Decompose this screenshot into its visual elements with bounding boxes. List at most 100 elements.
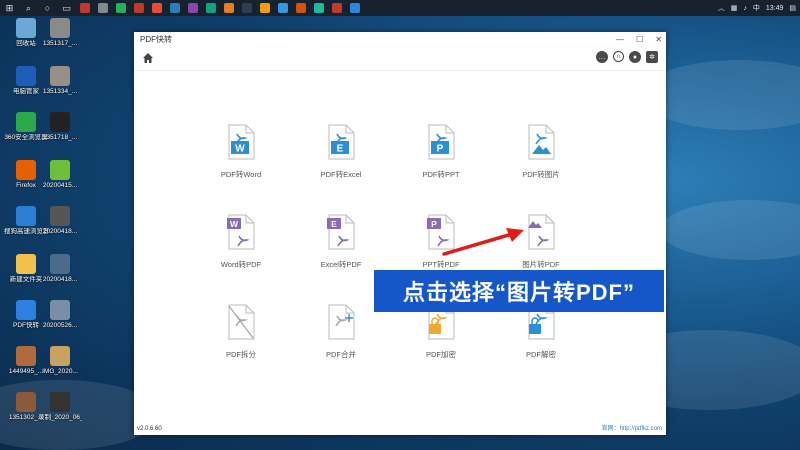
- chat-icon[interactable]: …: [596, 51, 608, 63]
- tile-label: PDF转Excel: [320, 170, 362, 179]
- tile-pdf-merge[interactable]: PDF合并: [296, 304, 386, 360]
- tile-excel-to-pdf[interactable]: E Excel转PDF: [296, 214, 386, 270]
- desktop-icon-image: [16, 346, 36, 366]
- desktop-icon-image: [50, 300, 70, 320]
- tile-pdf-to-ppt[interactable]: P PDF转PPT: [396, 124, 486, 180]
- tile-label: 图片转PDF: [522, 260, 560, 269]
- desktop-icon-image: [16, 160, 36, 180]
- pdf-to-ppt-icon: P: [428, 124, 455, 160]
- desktop-icon-image: [16, 18, 36, 38]
- desktop-icon-label: 20200418...: [42, 228, 78, 235]
- window-title: PDF快转: [140, 34, 172, 44]
- tile-pdf-decrypt[interactable]: PDF解密: [496, 304, 586, 360]
- desktop-icon-image: [50, 160, 70, 180]
- windows-start-icon[interactable]: ⊞: [4, 3, 15, 14]
- desktop-icon-image: [50, 254, 70, 274]
- word-to-pdf-icon: W: [227, 214, 255, 250]
- desktop-icon-image: [50, 346, 70, 366]
- desktop-icon[interactable]: 20200418...: [38, 254, 82, 284]
- pdf-to-excel-icon: E: [328, 124, 355, 160]
- svg-text:E: E: [337, 144, 344, 155]
- user-icon[interactable]: ●: [629, 51, 641, 63]
- system-tray: ︿ ▦ ♪ 中 13:49 ▤: [718, 0, 796, 16]
- desktop-icon[interactable]: 20200418...: [38, 206, 82, 236]
- taskbar-app-11[interactable]: [278, 3, 288, 13]
- task-view-icon[interactable]: ▭: [61, 3, 72, 14]
- desktop-icon-image: [16, 254, 36, 274]
- desktop-icon-label: 20200415...: [42, 182, 78, 189]
- desktop-icon[interactable]: 录制_2020_06_...: [38, 392, 82, 422]
- taskbar-apps: [76, 3, 364, 13]
- tray-chevron-icon[interactable]: ︿: [718, 3, 725, 13]
- taskbar-app-2[interactable]: [116, 3, 126, 13]
- settings-icon[interactable]: ✲: [646, 51, 658, 63]
- desktop-icon-label: 1351317_...: [42, 40, 78, 47]
- tile-label: PDF拆分: [226, 350, 256, 359]
- desktop-icon-label: 20200418...: [42, 276, 78, 283]
- excel-to-pdf-icon: E: [327, 214, 355, 250]
- taskbar-app-4[interactable]: [152, 3, 162, 13]
- tile-pdf-encrypt[interactable]: PDF加密: [396, 304, 486, 360]
- svg-text:W: W: [235, 144, 245, 155]
- taskbar: ⊞ ⌕ ○ ▭ ︿ ▦ ♪ 中 13:49 ▤: [0, 0, 800, 16]
- tile-label: PDF合并: [326, 350, 356, 359]
- desktop-icon-image: [50, 18, 70, 38]
- desktop-icon-image: [16, 300, 36, 320]
- close-icon[interactable]: ✕: [655, 35, 662, 44]
- tile-pdf-to-excel[interactable]: E PDF转Excel: [296, 124, 386, 180]
- taskbar-app-7[interactable]: [206, 3, 216, 13]
- headset-icon[interactable]: ∩: [613, 51, 624, 62]
- desktop-icon-image: [50, 206, 70, 226]
- tile-pdf-split[interactable]: PDF拆分: [196, 304, 286, 360]
- minimize-icon[interactable]: —: [616, 35, 624, 44]
- desktop-icon[interactable]: 1351718_...: [38, 112, 82, 142]
- tile-label: Excel转PDF: [320, 260, 362, 269]
- taskbar-app-14[interactable]: [332, 3, 342, 13]
- tile-label: PDF转Word: [220, 170, 262, 179]
- taskbar-app-10[interactable]: [260, 3, 270, 13]
- desktop-icon[interactable]: IMG_2020...: [38, 346, 82, 376]
- toolbar: … ∩ ● ✲: [134, 46, 666, 71]
- desktop-icon-image: [50, 112, 70, 132]
- tile-label: PDF解密: [526, 350, 556, 359]
- home-icon[interactable]: [142, 52, 154, 64]
- tile-label: PPT转PDF: [422, 260, 460, 269]
- ime-indicator[interactable]: 中: [753, 3, 760, 13]
- taskbar-app-6[interactable]: [188, 3, 198, 13]
- notification-icon[interactable]: ▤: [789, 4, 796, 12]
- taskbar-app-0[interactable]: [80, 3, 90, 13]
- website-link[interactable]: 官网：http://pdfkz.com: [602, 423, 662, 432]
- desktop-icon-label: 20200526...: [42, 322, 78, 329]
- desktop-icon-image: [16, 112, 36, 132]
- taskbar-app-9[interactable]: [242, 3, 252, 13]
- pdf-to-word-icon: W: [228, 124, 255, 160]
- tile-label: PDF转图片: [522, 170, 560, 179]
- taskbar-app-8[interactable]: [224, 3, 234, 13]
- maximize-icon[interactable]: ☐: [636, 35, 643, 44]
- pdf-split-icon: [228, 304, 255, 340]
- desktop-icon[interactable]: 1351317_...: [38, 18, 82, 48]
- annotation-arrow: [442, 228, 524, 256]
- svg-text:P: P: [431, 219, 437, 229]
- desktop-icon[interactable]: 20200415...: [38, 160, 82, 190]
- tile-label: PDF加密: [426, 350, 456, 359]
- desktop-icon-image: [50, 66, 70, 86]
- desktop-icon[interactable]: 1351334_...: [38, 66, 82, 96]
- tile-pdf-to-image[interactable]: PDF转图片: [496, 124, 586, 180]
- taskbar-app-5[interactable]: [170, 3, 180, 13]
- taskbar-app-1[interactable]: [98, 3, 108, 13]
- taskbar-app-3[interactable]: [134, 3, 144, 13]
- tile-word-to-pdf[interactable]: W Word转PDF: [196, 214, 286, 270]
- search-icon[interactable]: ⌕: [23, 3, 34, 14]
- clock[interactable]: 13:49: [766, 5, 784, 12]
- cortana-icon[interactable]: ○: [42, 3, 53, 14]
- taskbar-app-15[interactable]: [350, 3, 360, 13]
- tile-pdf-to-word[interactable]: W PDF转Word: [196, 124, 286, 180]
- volume-icon[interactable]: ♪: [743, 5, 747, 12]
- desktop-icon[interactable]: 20200526...: [38, 300, 82, 330]
- svg-text:P: P: [437, 144, 444, 155]
- taskbar-app-13[interactable]: [314, 3, 324, 13]
- taskbar-app-12[interactable]: [296, 3, 306, 13]
- title-bar[interactable]: PDF快转 — ☐ ✕: [134, 32, 666, 46]
- network-icon[interactable]: ▦: [731, 4, 738, 12]
